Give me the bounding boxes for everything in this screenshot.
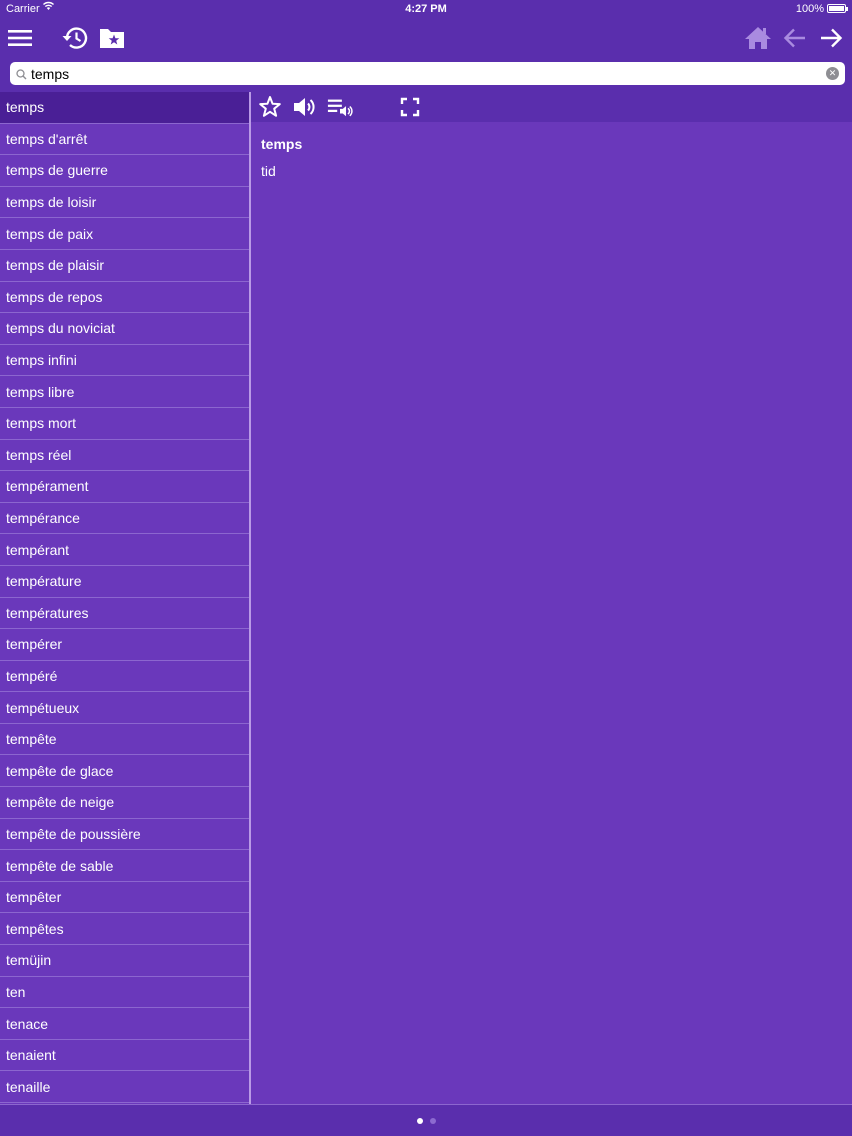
- status-bar: Carrier 4:27 PM 100%: [0, 0, 852, 18]
- list-item[interactable]: tempête de poussière: [0, 819, 250, 851]
- list-item[interactable]: tempête de sable: [0, 850, 250, 882]
- list-item[interactable]: temps libre: [0, 376, 250, 408]
- list-item[interactable]: temps infini: [0, 345, 250, 377]
- top-toolbar: [0, 18, 852, 58]
- list-item[interactable]: tempétueux: [0, 692, 250, 724]
- list-item[interactable]: temüjin: [0, 945, 250, 977]
- list-item[interactable]: tempéré: [0, 661, 250, 693]
- detail-toolbar: [251, 92, 852, 122]
- list-item[interactable]: température: [0, 566, 250, 598]
- fullscreen-icon[interactable]: [397, 95, 423, 119]
- list-item[interactable]: tempêtes: [0, 913, 250, 946]
- search-bar: ✕: [0, 58, 852, 92]
- list-item[interactable]: tempête: [0, 724, 250, 756]
- menu-icon[interactable]: [4, 22, 36, 54]
- back-arrow-icon[interactable]: [779, 22, 811, 54]
- word-list: temps temps d'arrêt temps de guerre temps d…: [0, 92, 250, 1104]
- playlist-audio-icon[interactable]: [327, 95, 353, 119]
- list-item[interactable]: temps: [0, 92, 250, 124]
- list-item[interactable]: tenace: [0, 1008, 250, 1040]
- list-item[interactable]: temps mort: [0, 408, 250, 440]
- search-input[interactable]: [31, 64, 821, 83]
- speaker-icon[interactable]: [292, 95, 318, 119]
- list-item[interactable]: temps d'arrêt: [0, 124, 250, 156]
- list-item[interactable]: tempête de glace: [0, 755, 250, 788]
- list-item[interactable]: temps réel: [0, 440, 250, 472]
- entry-translation: tid: [261, 163, 276, 179]
- status-time: 4:27 PM: [405, 3, 447, 15]
- list-item[interactable]: temps de guerre: [0, 155, 250, 187]
- battery-percent: 100%: [795, 3, 824, 15]
- list-item[interactable]: tenaient: [0, 1040, 250, 1072]
- list-item[interactable]: tempête de neige: [0, 787, 250, 819]
- list-item[interactable]: tempérer: [0, 629, 250, 661]
- list-item[interactable]: temps du noviciat: [0, 313, 250, 345]
- list-item[interactable]: temps de plaisir: [0, 250, 250, 282]
- page-dot[interactable]: [429, 1118, 436, 1124]
- clear-search-icon[interactable]: ✕: [826, 67, 839, 80]
- battery-icon: [827, 4, 848, 13]
- list-item[interactable]: ten: [0, 977, 250, 1009]
- search-icon: [16, 67, 27, 85]
- list-item[interactable]: temps de loisir: [0, 187, 250, 219]
- list-item[interactable]: tenaille: [0, 1071, 250, 1103]
- star-icon[interactable]: [257, 95, 283, 119]
- list-item[interactable]: tempêter: [0, 882, 250, 914]
- favorites-folder-icon[interactable]: [96, 22, 128, 54]
- page-indicator[interactable]: [0, 1118, 852, 1124]
- detail-pane: temps tid: [251, 92, 852, 1104]
- bottom-bar: [0, 1104, 852, 1136]
- history-icon[interactable]: [59, 22, 91, 54]
- list-item[interactable]: tempérament: [0, 471, 250, 503]
- search-box: ✕: [10, 62, 845, 85]
- entry-headword: temps: [261, 136, 303, 152]
- page-dot[interactable]: [416, 1118, 423, 1124]
- list-item[interactable]: tempérant: [0, 534, 250, 566]
- list-item[interactable]: temps de repos: [0, 282, 250, 314]
- list-item[interactable]: températures: [0, 598, 250, 630]
- list-item[interactable]: tempérance: [0, 503, 250, 535]
- list-item[interactable]: temps de paix: [0, 218, 250, 250]
- forward-arrow-icon[interactable]: [815, 22, 847, 54]
- home-icon[interactable]: [742, 22, 774, 54]
